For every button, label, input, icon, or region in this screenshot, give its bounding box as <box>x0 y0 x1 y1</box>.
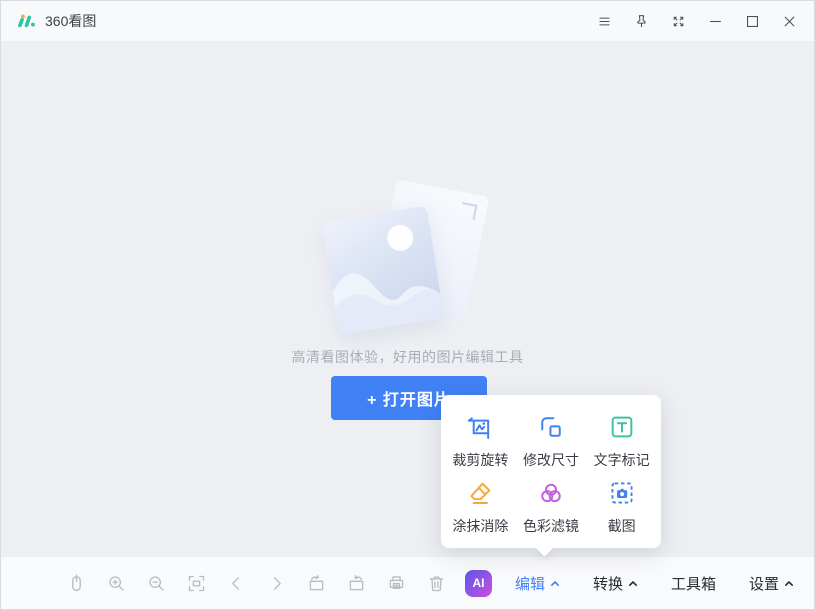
popup-item-label: 修改尺寸 <box>522 452 579 469</box>
titlebar: 360看图 <box>1 1 814 41</box>
resize-icon <box>541 417 561 437</box>
fullscreen-icon[interactable] <box>667 10 689 32</box>
bottom-toolbar: AI 编辑 转换 工具箱 设置 <box>1 556 814 609</box>
main-canvas: 高清看图体验，好用的图片编辑工具 + 打开图片 裁剪旋转 修改尺寸 文字标记 涂… <box>1 41 814 557</box>
fit-screen-icon[interactable] <box>176 563 216 603</box>
image-placeholder-icon <box>328 224 445 335</box>
viewfinder-corner-icon <box>459 202 478 220</box>
pin-icon[interactable] <box>630 10 652 32</box>
crop-rotate-icon <box>468 417 490 440</box>
popup-item-label: 裁剪旋转 <box>452 452 509 469</box>
screenshot-icon <box>611 482 633 504</box>
app-window: 360看图 高清看图体验，好用的图片编辑工具 + 打开图片 裁剪旋转 修改尺寸 … <box>0 0 815 610</box>
menu-convert-label: 转换 <box>592 575 623 593</box>
next-icon[interactable] <box>256 563 296 603</box>
maximize-icon[interactable] <box>741 10 763 32</box>
rotate-cw-icon[interactable] <box>296 563 336 603</box>
tagline: 高清看图体验，好用的图片编辑工具 <box>291 349 524 365</box>
chevron-up-icon <box>550 580 559 586</box>
popup-item-label: 文字标记 <box>593 452 650 469</box>
window-controls <box>593 10 800 32</box>
zoom-in-icon[interactable] <box>96 563 136 603</box>
zoom-out-icon[interactable] <box>136 563 176 603</box>
chevron-up-icon <box>785 580 793 586</box>
menu-icon[interactable] <box>593 10 615 32</box>
minimize-icon[interactable] <box>704 10 726 32</box>
menu-toolbox[interactable]: 工具箱 <box>671 573 716 594</box>
popup-item-label: 色彩滤镜 <box>522 517 579 534</box>
popup-item-text-annotate[interactable]: 文字标记 <box>586 409 657 475</box>
toolbar-menus: 编辑 转换 工具箱 设置 <box>515 573 814 594</box>
drag-tool-icon[interactable] <box>56 563 96 603</box>
popup-item-label: 涂抹消除 <box>452 517 509 534</box>
previous-icon[interactable] <box>216 563 256 603</box>
ai-button[interactable]: AI <box>465 569 492 597</box>
popup-item-color-filter[interactable]: 色彩滤镜 <box>516 475 587 541</box>
popup-pointer <box>535 538 554 557</box>
menu-edit-label: 编辑 <box>514 575 545 593</box>
menu-edit[interactable]: 编辑 <box>515 573 560 594</box>
smudge-erase-icon <box>470 482 491 504</box>
popup-item-crop-rotate[interactable]: 裁剪旋转 <box>445 409 516 475</box>
menu-settings-label: 设置 <box>748 575 779 593</box>
popup-item-screenshot[interactable]: 截图 <box>586 475 657 541</box>
menu-convert[interactable]: 转换 <box>593 573 638 594</box>
delete-icon[interactable] <box>416 563 456 603</box>
popup-item-resize[interactable]: 修改尺寸 <box>516 409 587 475</box>
popup-item-smudge-erase[interactable]: 涂抹消除 <box>445 475 516 541</box>
rotate-ccw-icon[interactable] <box>336 563 376 603</box>
text-annotate-icon <box>611 416 632 438</box>
menu-settings[interactable]: 设置 <box>749 573 794 594</box>
placeholder-image-card <box>321 205 445 335</box>
app-logo-icon <box>15 10 37 32</box>
color-filter-icon <box>541 483 561 502</box>
menu-toolbox-label: 工具箱 <box>670 575 716 593</box>
close-icon[interactable] <box>778 10 800 32</box>
chevron-up-icon <box>628 580 637 586</box>
edit-menu-popup: 裁剪旋转 修改尺寸 文字标记 涂抹消除 色彩滤镜 截图 <box>441 395 661 557</box>
popup-item-label: 截图 <box>607 517 636 534</box>
print-icon[interactable] <box>376 563 416 603</box>
app-title: 360看图 <box>45 13 97 29</box>
